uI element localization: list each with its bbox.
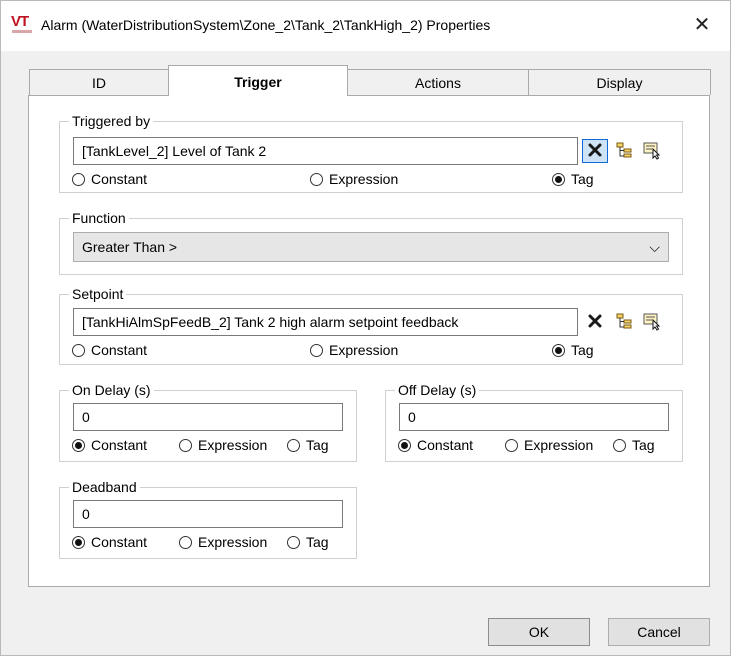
radio-label: Constant	[91, 534, 148, 550]
function-legend: Function	[69, 210, 129, 226]
off-delay-tag-radio[interactable]: Tag	[613, 436, 655, 454]
setpoint-group: Setpoint [TankHiAlmSpFeedB_2] Tank 2 hig…	[59, 286, 683, 365]
function-value: Greater Than >	[82, 239, 178, 255]
ok-button[interactable]: OK	[488, 618, 590, 646]
function-group: Function Greater Than > ⌵	[59, 210, 683, 275]
radio-label: Tag	[571, 171, 594, 187]
radio-label: Tag	[306, 534, 329, 550]
window-title: Alarm (WaterDistributionSystem\Zone_2\Ta…	[41, 17, 491, 33]
triggered-by-group: Triggered by [TankLevel_2] Level of Tank…	[59, 113, 683, 193]
radio-label: Constant	[417, 437, 474, 453]
radio-label: Expression	[198, 534, 268, 550]
on-delay-input[interactable]: 0	[73, 403, 343, 431]
off-delay-legend: Off Delay (s)	[395, 382, 480, 398]
tab-actions[interactable]: Actions	[347, 69, 529, 95]
cancel-button[interactable]: Cancel	[608, 618, 710, 646]
setpoint-legend: Setpoint	[69, 286, 127, 302]
off-delay-input[interactable]: 0	[399, 403, 669, 431]
clear-icon[interactable]	[582, 139, 608, 163]
off-delay-expression-radio[interactable]: Expression	[505, 436, 593, 454]
radio-label: Constant	[91, 437, 148, 453]
radio-label: Tag	[306, 437, 329, 453]
triggered-by-input[interactable]: [TankLevel_2] Level of Tank 2	[73, 137, 578, 165]
radio-label: Constant	[91, 171, 148, 187]
radio-label: Tag	[632, 437, 655, 453]
radio-label: Expression	[198, 437, 268, 453]
close-icon[interactable]: ✕	[688, 11, 716, 39]
deadband-input[interactable]: 0	[73, 500, 343, 528]
deadband-legend: Deadband	[69, 479, 140, 495]
setpoint-tag-radio[interactable]: Tag	[552, 341, 594, 359]
on-delay-legend: On Delay (s)	[69, 382, 154, 398]
triggered-by-expression-radio[interactable]: Expression	[310, 170, 398, 188]
tab-trigger[interactable]: Trigger	[168, 65, 348, 96]
setpoint-input[interactable]: [TankHiAlmSpFeedB_2] Tank 2 high alarm s…	[73, 308, 578, 336]
on-delay-constant-radio[interactable]: Constant	[72, 436, 147, 454]
off-delay-constant-radio[interactable]: Constant	[398, 436, 473, 454]
radio-label: Tag	[571, 342, 594, 358]
trigger-panel: Triggered by [TankLevel_2] Level of Tank…	[28, 95, 710, 587]
title-bar: VT Alarm (WaterDistributionSystem\Zone_2…	[1, 1, 730, 51]
off-delay-group: Off Delay (s) 0 Constant Expression Tag	[385, 382, 683, 462]
on-delay-tag-radio[interactable]: Tag	[287, 436, 329, 454]
triggered-by-constant-radio[interactable]: Constant	[72, 170, 147, 188]
setpoint-constant-radio[interactable]: Constant	[72, 341, 147, 359]
tag-picker-icon[interactable]	[639, 139, 665, 163]
on-delay-expression-radio[interactable]: Expression	[179, 436, 267, 454]
triggered-by-tag-radio[interactable]: Tag	[552, 170, 594, 188]
properties-dialog: VT Alarm (WaterDistributionSystem\Zone_2…	[0, 0, 731, 656]
app-logo-icon: VT	[11, 14, 35, 36]
deadband-constant-radio[interactable]: Constant	[72, 533, 147, 551]
triggered-by-legend: Triggered by	[69, 113, 154, 129]
setpoint-expression-radio[interactable]: Expression	[310, 341, 398, 359]
tab-strip: ID Trigger Actions Display	[29, 65, 711, 96]
chevron-down-icon: ⌵	[649, 239, 660, 255]
logo-text: VT	[11, 13, 29, 30]
radio-label: Expression	[329, 171, 399, 187]
tag-browser-icon[interactable]	[611, 310, 637, 334]
on-delay-group: On Delay (s) 0 Constant Expression Tag	[59, 382, 357, 462]
radio-label: Expression	[524, 437, 594, 453]
tab-id[interactable]: ID	[29, 69, 169, 95]
radio-label: Expression	[329, 342, 399, 358]
tab-display[interactable]: Display	[528, 69, 711, 95]
deadband-expression-radio[interactable]: Expression	[179, 533, 267, 551]
function-select[interactable]: Greater Than > ⌵	[73, 232, 669, 262]
tag-browser-icon[interactable]	[611, 139, 637, 163]
clear-icon[interactable]	[582, 310, 608, 334]
deadband-tag-radio[interactable]: Tag	[287, 533, 329, 551]
radio-label: Constant	[91, 342, 148, 358]
deadband-group: Deadband 0 Constant Expression Tag	[59, 479, 357, 559]
tag-picker-icon[interactable]	[639, 310, 665, 334]
